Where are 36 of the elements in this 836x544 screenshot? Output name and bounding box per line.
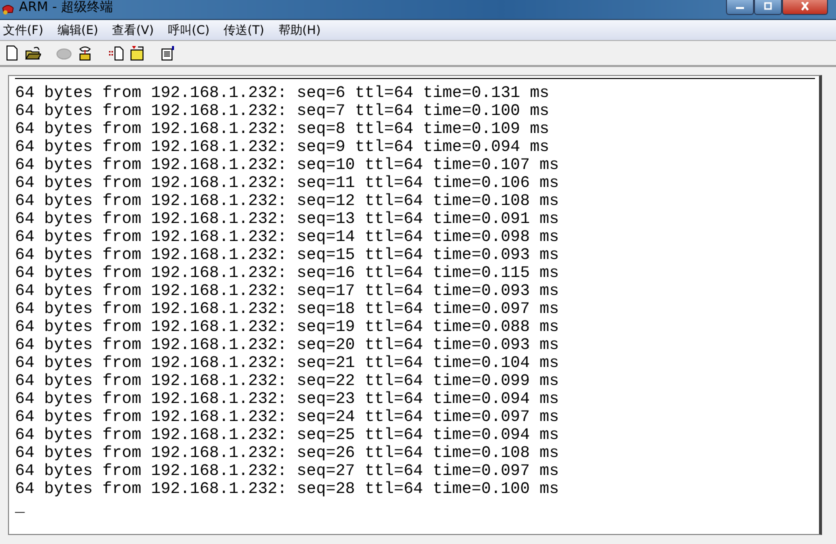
terminal-line: 64 bytes from 192.168.1.232: seq=23 ttl=64 time=0.094 ms xyxy=(15,390,559,408)
menu-item[interactable]: 文件(F) xyxy=(3,22,44,38)
menu-item[interactable]: 编辑(E) xyxy=(57,22,98,38)
terminal-line: 64 bytes from 192.168.1.232: seq=10 ttl=64 time=0.107 ms xyxy=(15,156,559,174)
terminal-line: 64 bytes from 192.168.1.232: seq=12 ttl=64 time=0.108 ms xyxy=(15,192,559,210)
terminal-line: 64 bytes from 192.168.1.232: seq=8 ttl=64 time=0.109 ms xyxy=(15,120,550,138)
terminal-cursor: _ xyxy=(15,498,25,516)
terminal-line: 64 bytes from 192.168.1.232: seq=14 ttl=64 time=0.098 ms xyxy=(15,228,559,246)
terminal-line: 64 bytes from 192.168.1.232: seq=25 ttl=64 time=0.094 ms xyxy=(15,426,559,444)
menu-item[interactable]: 传送(T) xyxy=(224,22,264,38)
menu-item[interactable]: 呼叫(C) xyxy=(168,22,210,38)
terminal-line: 64 bytes from 192.168.1.232: seq=20 ttl=64 time=0.093 ms xyxy=(15,336,559,354)
terminal-line: 64 bytes from 192.168.1.232: seq=28 ttl=64 time=0.100 ms xyxy=(15,480,559,498)
terminal-line: 64 bytes from 192.168.1.232: seq=24 ttl=64 time=0.097 ms xyxy=(15,408,559,426)
menu-item[interactable]: 帮助(H) xyxy=(278,22,321,38)
window-title: ARM - 超级终端 xyxy=(19,0,114,15)
terminal-line: 64 bytes from 192.168.1.232: seq=13 ttl=64 time=0.091 ms xyxy=(15,210,559,228)
terminal-line: 64 bytes from 192.168.1.232: seq=11 ttl=64 time=0.106 ms xyxy=(15,174,559,192)
terminal-line: 64 bytes from 192.168.1.232: seq=7 ttl=64 time=0.100 ms xyxy=(15,102,550,120)
terminal-line: 64 bytes from 192.168.1.232: seq=21 ttl=64 time=0.104 ms xyxy=(15,354,559,372)
terminal-line: 64 bytes from 192.168.1.232: seq=9 ttl=64 time=0.094 ms xyxy=(15,138,550,156)
close-icon xyxy=(800,2,810,12)
maximize-button[interactable] xyxy=(754,0,782,15)
terminal-line: 64 bytes from 192.168.1.232: seq=6 ttl=64 time=0.131 ms xyxy=(15,84,550,102)
terminal-line: 64 bytes from 192.168.1.232: seq=17 ttl=64 time=0.093 ms xyxy=(15,282,559,300)
minimize-button[interactable] xyxy=(726,0,754,15)
terminal-line: 64 bytes from 192.168.1.232: seq=18 ttl=64 time=0.097 ms xyxy=(15,300,559,318)
terminal-line: 64 bytes from 192.168.1.232: seq=22 ttl=64 time=0.099 ms xyxy=(15,372,559,390)
terminal-line: 64 bytes from 192.168.1.232: seq=19 ttl=64 time=0.088 ms xyxy=(15,318,559,336)
terminal-line: 64 bytes from 192.168.1.232: seq=27 ttl=64 time=0.097 ms xyxy=(15,462,559,480)
terminal-line: 64 bytes from 192.168.1.232: seq=26 ttl=64 time=0.108 ms xyxy=(15,444,559,462)
menu-item[interactable]: 查看(V) xyxy=(112,22,154,38)
close-button[interactable] xyxy=(782,0,828,15)
maximize-icon xyxy=(763,2,773,12)
terminal-line: 64 bytes from 192.168.1.232: seq=15 ttl=64 time=0.093 ms xyxy=(15,246,559,264)
terminal-line: 64 bytes from 192.168.1.232: seq=16 ttl=64 time=0.115 ms xyxy=(15,264,559,282)
